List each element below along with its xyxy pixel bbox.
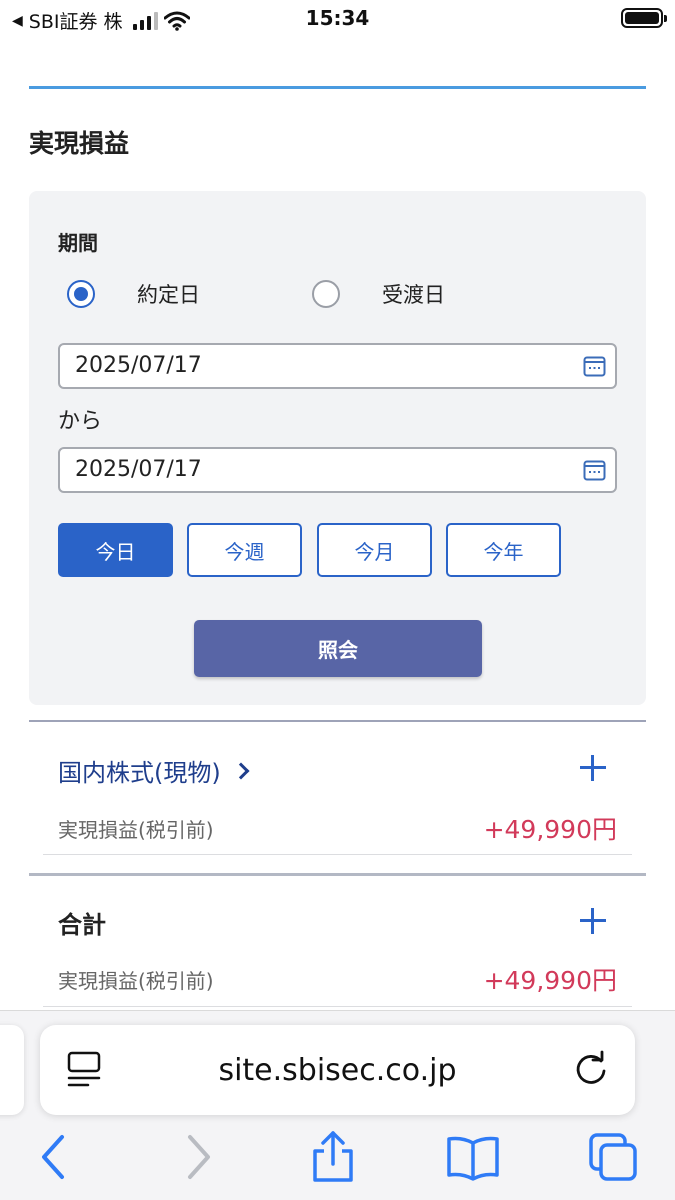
- previous-tab-preview[interactable]: [0, 1025, 24, 1115]
- back-icon[interactable]: [28, 1131, 84, 1183]
- radio-trade-date[interactable]: 約定日: [67, 279, 200, 309]
- this-year-button[interactable]: 今年: [446, 523, 561, 577]
- domestic-stock-link[interactable]: 国内株式(現物): [58, 753, 250, 788]
- period-label: 期間: [58, 231, 98, 255]
- this-week-button[interactable]: 今週: [187, 523, 302, 577]
- domestic-pl-value: +49,990円: [483, 815, 617, 844]
- row-divider: [43, 1006, 632, 1007]
- url-text: site.sbisec.co.jp: [218, 1053, 457, 1088]
- total-pl-label: 実現損益(税引前): [58, 969, 214, 993]
- radio-label: 受渡日: [382, 283, 445, 307]
- page-title: 実現損益: [29, 129, 130, 158]
- to-date-value: 2025/07/17: [75, 457, 202, 482]
- domestic-stock-title: 国内株式(現物): [58, 759, 221, 787]
- to-date-input[interactable]: 2025/07/17: [58, 447, 617, 493]
- filter-panel: 期間 約定日 受渡日 2025/07/17 から 2025/07/17 今日 今…: [29, 191, 646, 705]
- share-icon[interactable]: [305, 1131, 361, 1183]
- query-button[interactable]: 照会: [194, 620, 482, 677]
- expand-plus-icon[interactable]: [580, 755, 606, 781]
- results-divider: [29, 720, 646, 722]
- reload-icon[interactable]: [571, 1049, 611, 1089]
- from-date-value: 2025/07/17: [75, 353, 202, 378]
- row-divider: [43, 854, 632, 855]
- status-bar: ◀ SBI証券 株 15:34: [0, 0, 675, 40]
- total-title: 合計: [58, 911, 106, 939]
- this-month-button[interactable]: 今月: [317, 523, 432, 577]
- calendar-icon[interactable]: [583, 459, 606, 481]
- total-divider: [29, 873, 646, 876]
- radio-circle[interactable]: [312, 280, 340, 308]
- radio-circle[interactable]: [67, 280, 95, 308]
- total-pl-value: +49,990円: [483, 966, 617, 995]
- status-time: 15:34: [305, 6, 370, 30]
- chevron-right-icon: [232, 762, 250, 779]
- top-divider: [29, 86, 646, 89]
- today-button[interactable]: 今日: [58, 523, 173, 577]
- domestic-pl-label: 実現損益(税引前): [58, 818, 214, 842]
- radio-settlement-date[interactable]: 受渡日: [312, 279, 445, 309]
- bookmarks-icon[interactable]: [445, 1131, 501, 1183]
- tabs-icon[interactable]: [585, 1131, 641, 1183]
- browser-toolbar: site.sbisec.co.jp: [0, 1010, 675, 1200]
- forward-icon[interactable]: [170, 1131, 226, 1183]
- expand-plus-icon[interactable]: [580, 908, 606, 934]
- radio-label: 約定日: [137, 283, 200, 307]
- from-label: から: [58, 409, 103, 434]
- calendar-icon[interactable]: [583, 355, 606, 377]
- battery-icon: [621, 8, 667, 28]
- from-date-input[interactable]: 2025/07/17: [58, 343, 617, 389]
- address-bar[interactable]: site.sbisec.co.jp: [40, 1025, 635, 1115]
